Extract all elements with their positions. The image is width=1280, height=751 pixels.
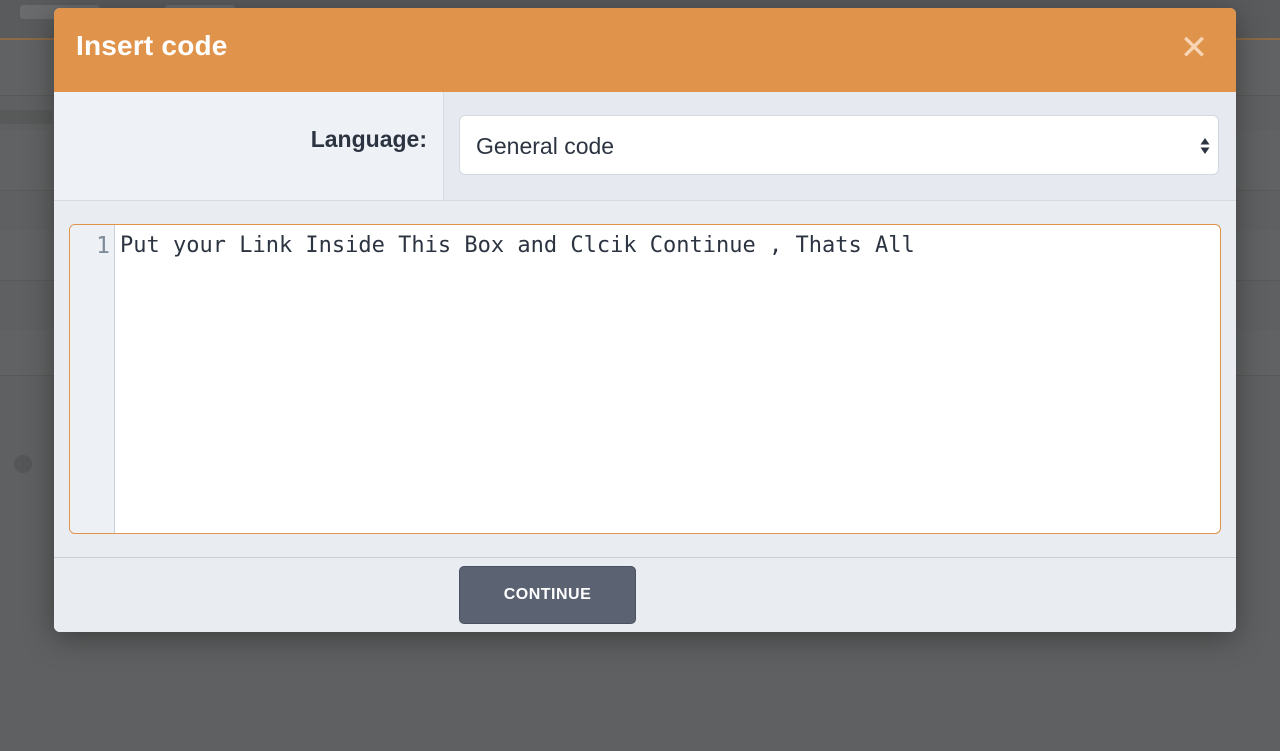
language-row: Language: General code bbox=[54, 92, 1236, 201]
language-label: Language: bbox=[310, 126, 427, 152]
close-icon[interactable]: ✕ bbox=[1178, 31, 1210, 65]
modal-title: Insert code bbox=[76, 30, 228, 61]
line-number: 1 bbox=[96, 233, 110, 259]
editor-area: 1 Put your Link Inside This Box and Clci… bbox=[54, 201, 1236, 558]
code-line[interactable]: Put your Link Inside This Box and Clcik … bbox=[120, 233, 915, 258]
language-select-value: General code bbox=[476, 133, 615, 159]
modal-header: Insert code ✕ bbox=[54, 8, 1236, 92]
language-label-cell: Language: bbox=[54, 92, 444, 200]
background-text-stub bbox=[0, 110, 52, 124]
language-select-cell: General code bbox=[444, 92, 1236, 200]
insert-code-modal: Insert code ✕ Language: General code 1 P… bbox=[54, 8, 1236, 632]
modal-footer: CONTINUE bbox=[54, 558, 1236, 632]
code-editor[interactable]: 1 Put your Link Inside This Box and Clci… bbox=[69, 224, 1221, 534]
language-select[interactable]: General code bbox=[459, 115, 1219, 175]
background-icon bbox=[14, 455, 32, 473]
select-arrows-icon bbox=[1200, 138, 1210, 154]
line-number-gutter: 1 bbox=[70, 225, 115, 533]
continue-button[interactable]: CONTINUE bbox=[459, 566, 636, 624]
